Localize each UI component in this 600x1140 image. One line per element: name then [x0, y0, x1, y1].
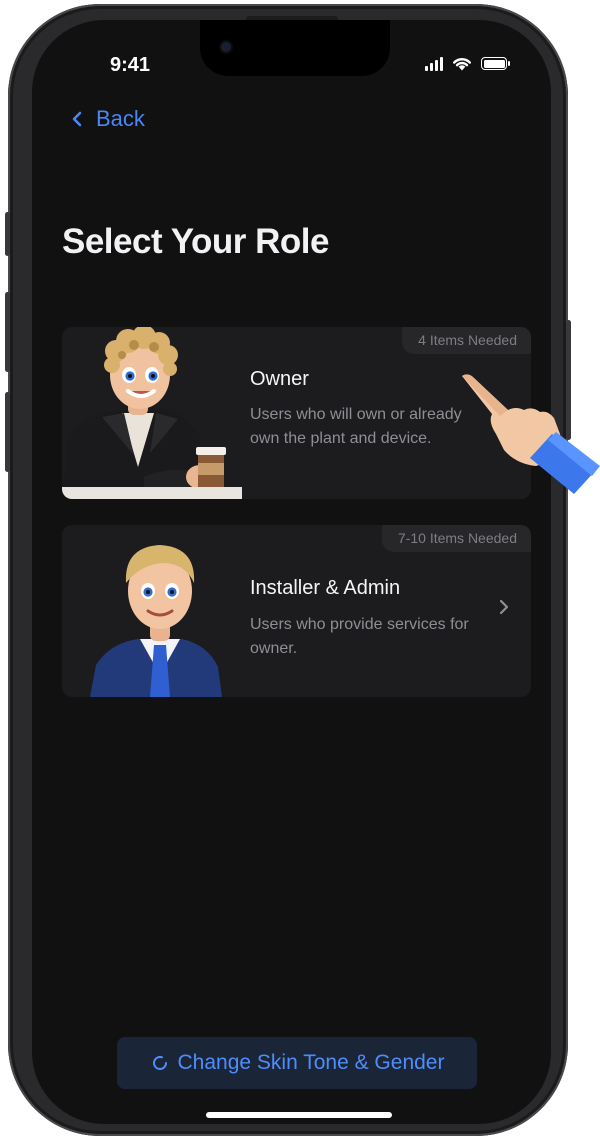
chevron-right-icon — [499, 599, 509, 615]
signal-icon — [425, 56, 443, 71]
role-description: Users who will own or already own the pl… — [250, 406, 462, 447]
battery-icon — [481, 57, 510, 70]
camera-icon — [221, 42, 231, 52]
installer-avatar — [90, 545, 222, 697]
home-indicator[interactable] — [206, 1112, 392, 1118]
role-description: Users who provide services for owner. — [250, 616, 469, 657]
owner-avatar — [62, 327, 242, 499]
volume-up-button — [5, 292, 10, 372]
pointing-hand-icon — [462, 374, 600, 494]
items-needed-badge: 7-10 Items Needed — [381, 525, 531, 552]
wifi-icon — [453, 58, 471, 71]
screen: 9:41 Back Select Your Role 4 Items Neede… — [32, 20, 551, 1124]
status-icons — [425, 56, 510, 71]
status-time: 9:41 — [110, 54, 151, 76]
back-button[interactable]: Back — [72, 106, 145, 132]
role-card-installer-admin[interactable]: 7-10 Items Needed Installer & Admin User… — [62, 525, 531, 697]
role-title: Owner — [250, 368, 309, 390]
volume-down-button — [5, 392, 10, 472]
back-label: Back — [96, 106, 145, 131]
role-title: Installer & Admin — [250, 577, 401, 599]
page-title: Select Your Role — [62, 222, 329, 261]
change-skin-tone-button[interactable]: Change Skin Tone & Gender — [117, 1037, 477, 1089]
phone-frame: 9:41 Back Select Your Role 4 Items Neede… — [5, 4, 571, 1136]
back-chevron-icon — [72, 111, 82, 127]
items-needed-badge: 4 Items Needed — [402, 327, 531, 354]
mute-switch — [5, 212, 10, 256]
change-skin-tone-label: Change Skin Tone & Gender — [177, 1051, 445, 1074]
refresh-icon — [152, 1055, 167, 1070]
